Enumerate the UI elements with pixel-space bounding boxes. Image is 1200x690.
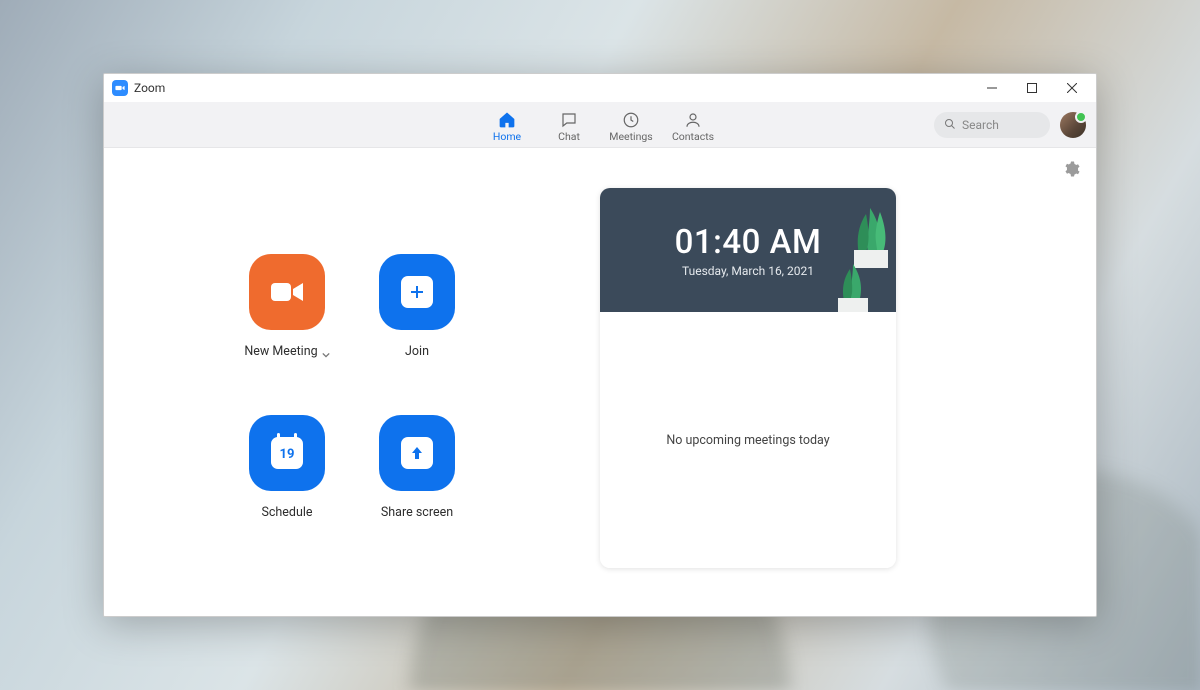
action-grid: New Meeting Join bbox=[223, 254, 481, 520]
clock-date: Tuesday, March 16, 2021 bbox=[682, 264, 814, 278]
action-join: Join bbox=[353, 254, 481, 359]
zoom-app-icon bbox=[112, 80, 128, 96]
action-new-meeting: New Meeting bbox=[223, 254, 351, 359]
action-share-screen: Share screen bbox=[353, 415, 481, 520]
new-meeting-dropdown[interactable] bbox=[322, 348, 330, 356]
nav-tabs: Home Chat Meetings Contacts bbox=[476, 107, 724, 143]
titlebar: Zoom bbox=[104, 74, 1096, 102]
home-icon bbox=[498, 111, 516, 129]
close-button[interactable] bbox=[1052, 74, 1092, 102]
calendar-card: 01:40 AM Tuesday, March 16, 2021 No upco… bbox=[600, 188, 896, 568]
navbar: Home Chat Meetings Contacts bbox=[104, 102, 1096, 148]
clock-time: 01:40 AM bbox=[675, 223, 822, 262]
search-icon bbox=[944, 115, 956, 134]
search-input[interactable] bbox=[962, 118, 1040, 132]
tab-label: Meetings bbox=[609, 130, 652, 143]
share-screen-button[interactable] bbox=[379, 415, 455, 491]
video-icon bbox=[269, 279, 305, 305]
action-label: New Meeting bbox=[244, 344, 317, 359]
contacts-icon bbox=[684, 111, 702, 129]
calendar-icon: 19 bbox=[271, 437, 303, 469]
chat-icon bbox=[560, 111, 578, 129]
new-meeting-button[interactable] bbox=[249, 254, 325, 330]
content: New Meeting Join bbox=[104, 148, 1096, 616]
action-label: Schedule bbox=[261, 505, 312, 520]
action-schedule: 19 Schedule bbox=[223, 415, 351, 520]
settings-button[interactable] bbox=[1062, 160, 1080, 178]
share-arrow-icon bbox=[401, 437, 433, 469]
avatar[interactable] bbox=[1060, 112, 1086, 138]
plus-square-icon bbox=[401, 276, 433, 308]
tab-label: Home bbox=[493, 130, 521, 143]
tab-contacts[interactable]: Contacts bbox=[662, 107, 724, 143]
clock-icon bbox=[622, 111, 640, 129]
calendar-pane: 01:40 AM Tuesday, March 16, 2021 No upco… bbox=[600, 148, 1096, 616]
tab-meetings[interactable]: Meetings bbox=[600, 107, 662, 143]
new-meeting-label-row: New Meeting bbox=[244, 344, 329, 359]
app-title: Zoom bbox=[134, 81, 165, 95]
plant-decoration-icon bbox=[828, 256, 878, 312]
gear-icon bbox=[1062, 160, 1080, 178]
join-button[interactable] bbox=[379, 254, 455, 330]
app-window: Zoom Home bbox=[103, 73, 1097, 617]
schedule-button[interactable]: 19 bbox=[249, 415, 325, 491]
tab-label: Contacts bbox=[672, 130, 714, 143]
maximize-button[interactable] bbox=[1012, 74, 1052, 102]
window-controls bbox=[972, 74, 1092, 102]
tab-home[interactable]: Home bbox=[476, 107, 538, 143]
calendar-body: No upcoming meetings today bbox=[600, 312, 896, 568]
action-label: Share screen bbox=[381, 505, 453, 520]
calendar-day: 19 bbox=[280, 447, 295, 462]
empty-meetings-message: No upcoming meetings today bbox=[666, 433, 829, 448]
action-label: Join bbox=[405, 344, 429, 359]
tab-label: Chat bbox=[558, 130, 580, 143]
chevron-down-icon bbox=[322, 351, 330, 359]
tab-chat[interactable]: Chat bbox=[538, 107, 600, 143]
titlebar-left: Zoom bbox=[112, 80, 165, 96]
calendar-hero: 01:40 AM Tuesday, March 16, 2021 bbox=[600, 188, 896, 312]
search-box[interactable] bbox=[934, 112, 1050, 138]
actions-pane: New Meeting Join bbox=[104, 148, 600, 616]
minimize-button[interactable] bbox=[972, 74, 1012, 102]
nav-right bbox=[934, 112, 1086, 138]
